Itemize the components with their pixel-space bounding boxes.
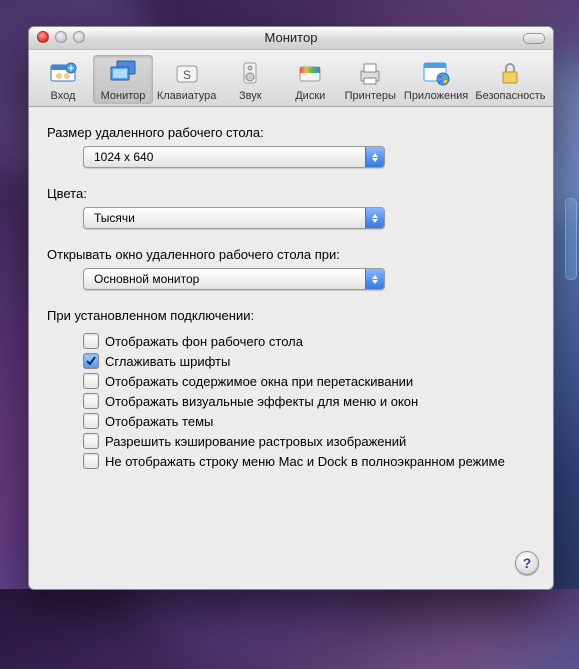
chevron-updown-icon: [365, 208, 384, 228]
help-button[interactable]: ?: [515, 551, 539, 575]
checkbox-group: Отображать фон рабочего стола Сглаживать …: [83, 331, 535, 471]
checkbox[interactable]: [83, 333, 99, 349]
checkbox[interactable]: [83, 413, 99, 429]
toolbar-item-applications[interactable]: Приложения: [400, 55, 472, 104]
toolbar-item-monitor[interactable]: Монитор: [93, 55, 153, 104]
chevron-updown-icon: [365, 147, 384, 167]
toolbar-item-disks[interactable]: Диски: [280, 55, 340, 104]
checkbox-row: Отображать визуальные эффекты для меню и…: [83, 391, 535, 411]
checkbox-label: Отображать темы: [105, 414, 213, 429]
sound-icon: [234, 57, 266, 89]
toolbar-toggle-button[interactable]: [523, 33, 545, 44]
toolbar-item-security[interactable]: Безопасность: [472, 55, 549, 104]
zoom-button[interactable]: [73, 31, 85, 43]
lock-icon: [494, 57, 526, 89]
preferences-window: Монитор Вход Монитор S Клавиатура: [28, 26, 554, 590]
titlebar[interactable]: Монитор: [29, 27, 553, 50]
toolbar-item-sound[interactable]: Звук: [220, 55, 280, 104]
remote-size-label: Размер удаленного рабочего стола:: [47, 125, 535, 140]
disks-icon: [294, 57, 326, 89]
checkbox-row: Не отображать строку меню Mac и Dock в п…: [83, 451, 535, 471]
checkbox[interactable]: [83, 353, 99, 369]
svg-text:S: S: [183, 68, 191, 82]
toolbar-item-printers[interactable]: Принтеры: [340, 55, 400, 104]
checkbox[interactable]: [83, 433, 99, 449]
keyboard-icon: S: [171, 57, 203, 89]
minimize-button[interactable]: [55, 31, 67, 43]
checkbox-label: Отображать содержимое окна при перетаски…: [105, 374, 413, 389]
checkbox-row: Отображать темы: [83, 411, 535, 431]
window-title: Монитор: [265, 30, 318, 45]
toolbar-item-keyboard[interactable]: S Клавиатура: [153, 55, 220, 104]
checkbox-label: Сглаживать шрифты: [105, 354, 230, 369]
printers-icon: [354, 57, 386, 89]
toolbar-item-login[interactable]: Вход: [33, 55, 93, 104]
checkbox-label: Не отображать строку меню Mac и Dock в п…: [105, 454, 505, 469]
close-button[interactable]: [37, 31, 49, 43]
while-connected-label: При установленном подключении:: [47, 308, 535, 323]
desktop-pager: [565, 198, 577, 280]
checkbox-row: Отображать содержимое окна при перетаски…: [83, 371, 535, 391]
checkbox-row: Отображать фон рабочего стола: [83, 331, 535, 351]
checkbox-row: Сглаживать шрифты: [83, 351, 535, 371]
monitor-icon: [107, 57, 139, 89]
chevron-updown-icon: [365, 269, 384, 289]
checkbox[interactable]: [83, 453, 99, 469]
checkbox-row: Разрешить кэширование растровых изображе…: [83, 431, 535, 451]
colors-label: Цвета:: [47, 186, 535, 201]
applications-icon: [420, 57, 452, 89]
remote-size-dropdown[interactable]: 1024 x 640: [83, 146, 385, 168]
content-pane: Размер удаленного рабочего стола: 1024 x…: [29, 107, 553, 481]
checkbox-label: Отображать фон рабочего стола: [105, 334, 303, 349]
login-icon: [47, 57, 79, 89]
open-on-label: Открывать окно удаленного рабочего стола…: [47, 247, 535, 262]
checkbox-label: Отображать визуальные эффекты для меню и…: [105, 394, 418, 409]
colors-dropdown[interactable]: Тысячи: [83, 207, 385, 229]
open-on-dropdown[interactable]: Основной монитор: [83, 268, 385, 290]
checkbox-label: Разрешить кэширование растровых изображе…: [105, 434, 406, 449]
toolbar: Вход Монитор S Клавиатура Звук Диски: [29, 50, 553, 107]
checkbox[interactable]: [83, 393, 99, 409]
checkbox[interactable]: [83, 373, 99, 389]
traffic-lights: [37, 31, 85, 43]
